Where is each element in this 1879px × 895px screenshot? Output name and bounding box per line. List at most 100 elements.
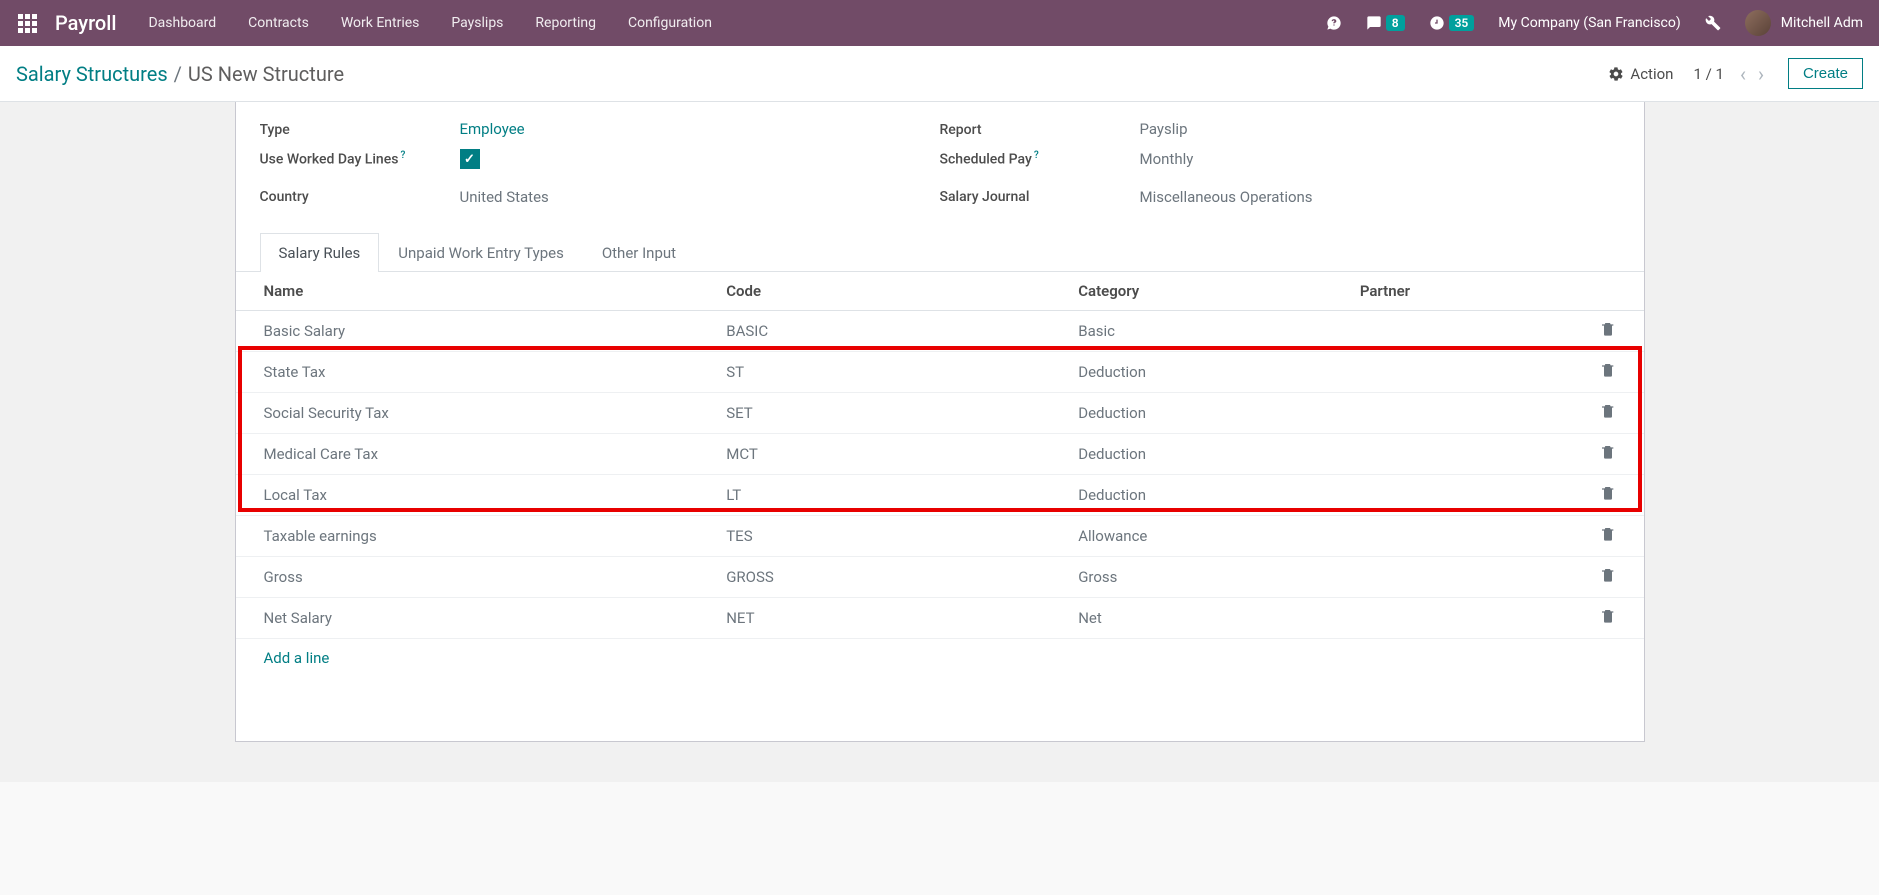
trash-icon[interactable]: [1600, 569, 1616, 587]
tab-unpaid-work[interactable]: Unpaid Work Entry Types: [379, 233, 583, 272]
cell-category[interactable]: Net: [1066, 598, 1348, 639]
pager-next-icon[interactable]: ›: [1754, 62, 1768, 86]
table-row[interactable]: Net SalaryNETNet: [236, 598, 1644, 639]
tab-other-input[interactable]: Other Input: [583, 233, 695, 272]
scheduled-value[interactable]: Monthly: [1140, 150, 1194, 168]
cell-partner[interactable]: [1348, 516, 1573, 557]
help-icon[interactable]: ?: [400, 150, 405, 161]
nav-dashboard[interactable]: Dashboard: [134, 0, 230, 46]
cell-name[interactable]: Net Salary: [236, 598, 715, 639]
table-row[interactable]: Basic SalaryBASICBasic: [236, 311, 1644, 352]
apps-icon[interactable]: [10, 14, 45, 33]
cell-partner[interactable]: [1348, 557, 1573, 598]
control-panel: Salary Structures / US New Structure Act…: [0, 46, 1879, 102]
company-switcher[interactable]: My Company (San Francisco): [1492, 15, 1686, 31]
cell-name[interactable]: Basic Salary: [236, 311, 715, 352]
trash-icon[interactable]: [1600, 610, 1616, 628]
cell-partner[interactable]: [1348, 352, 1573, 393]
add-line-link[interactable]: Add a line: [236, 639, 1644, 677]
cell-partner[interactable]: [1348, 311, 1573, 352]
cell-category[interactable]: Deduction: [1066, 434, 1348, 475]
app-brand[interactable]: Payroll: [55, 11, 116, 35]
table-row[interactable]: State TaxSTDeduction: [236, 352, 1644, 393]
help-icon[interactable]: ?: [1034, 150, 1039, 161]
trash-icon[interactable]: [1600, 323, 1616, 341]
col-partner[interactable]: Partner: [1348, 272, 1573, 311]
cell-name[interactable]: Local Tax: [236, 475, 715, 516]
cell-partner[interactable]: [1348, 598, 1573, 639]
cell-category[interactable]: Gross: [1066, 557, 1348, 598]
pager-prev-icon[interactable]: ‹: [1736, 62, 1750, 86]
cell-name[interactable]: Gross: [236, 557, 715, 598]
table-row[interactable]: GrossGROSSGross: [236, 557, 1644, 598]
pager-arrows: ‹ ›: [1736, 62, 1768, 86]
table-row[interactable]: Medical Care TaxMCTDeduction: [236, 434, 1644, 475]
journal-value[interactable]: Miscellaneous Operations: [1140, 188, 1313, 206]
nav-work-entries[interactable]: Work Entries: [327, 0, 434, 46]
cell-code[interactable]: ST: [714, 352, 1066, 393]
user-menu[interactable]: Mitchell Adm: [1739, 10, 1869, 36]
cell-code[interactable]: GROSS: [714, 557, 1066, 598]
worked-checkbox[interactable]: ✓: [460, 149, 480, 169]
cell-name[interactable]: State Tax: [236, 352, 715, 393]
type-label: Type: [260, 122, 460, 138]
action-button[interactable]: Action: [1608, 65, 1673, 83]
col-name[interactable]: Name: [236, 272, 715, 311]
cell-name[interactable]: Social Security Tax: [236, 393, 715, 434]
journal-row: Salary Journal Miscellaneous Operations: [940, 178, 1620, 216]
report-label: Report: [940, 122, 1140, 138]
cell-name[interactable]: Taxable earnings: [236, 516, 715, 557]
action-label: Action: [1630, 65, 1673, 83]
company-name: My Company (San Francisco): [1498, 15, 1680, 31]
cell-partner[interactable]: [1348, 393, 1573, 434]
cell-category[interactable]: Deduction: [1066, 475, 1348, 516]
cell-category[interactable]: Deduction: [1066, 352, 1348, 393]
table-row[interactable]: Taxable earningsTESAllowance: [236, 516, 1644, 557]
tab-salary-rules[interactable]: Salary Rules: [260, 233, 380, 272]
nav-contracts[interactable]: Contracts: [234, 0, 323, 46]
report-value[interactable]: Payslip: [1140, 120, 1188, 138]
trash-icon[interactable]: [1600, 487, 1616, 505]
cell-category[interactable]: Deduction: [1066, 393, 1348, 434]
form-col-right: Report Payslip Scheduled Pay? Monthly Sa…: [940, 102, 1620, 216]
form-col-left: Type Employee Use Worked Day Lines? ✓ Co…: [260, 102, 940, 216]
nav-configuration[interactable]: Configuration: [614, 0, 726, 46]
messages-icon[interactable]: 8: [1360, 15, 1411, 31]
scheduled-row: Scheduled Pay? Monthly: [940, 140, 1620, 178]
cell-code[interactable]: LT: [714, 475, 1066, 516]
navbar-left: Payroll Dashboard Contracts Work Entries…: [10, 0, 726, 46]
support-icon[interactable]: [1320, 15, 1348, 31]
cell-code[interactable]: TES: [714, 516, 1066, 557]
cell-partner[interactable]: [1348, 475, 1573, 516]
table-row[interactable]: Social Security TaxSETDeduction: [236, 393, 1644, 434]
cell-code[interactable]: SET: [714, 393, 1066, 434]
breadcrumb-parent[interactable]: Salary Structures: [16, 62, 168, 86]
cell-category[interactable]: Basic: [1066, 311, 1348, 352]
create-button[interactable]: Create: [1788, 58, 1863, 89]
breadcrumb-current: US New Structure: [188, 62, 344, 86]
cell-category[interactable]: Allowance: [1066, 516, 1348, 557]
table-row[interactable]: Local TaxLTDeduction: [236, 475, 1644, 516]
country-label: Country: [260, 189, 460, 205]
type-value[interactable]: Employee: [460, 120, 525, 138]
trash-icon[interactable]: [1600, 364, 1616, 382]
cell-code[interactable]: BASIC: [714, 311, 1066, 352]
cell-partner[interactable]: [1348, 434, 1573, 475]
col-code[interactable]: Code: [714, 272, 1066, 311]
debug-icon[interactable]: [1699, 15, 1727, 31]
country-value[interactable]: United States: [460, 188, 549, 206]
messages-badge: 8: [1386, 15, 1405, 31]
activities-icon[interactable]: 35: [1423, 15, 1481, 31]
col-category[interactable]: Category: [1066, 272, 1348, 311]
nav-payslips[interactable]: Payslips: [437, 0, 517, 46]
nav-reporting[interactable]: Reporting: [521, 0, 610, 46]
form-sheet-bg: Type Employee Use Worked Day Lines? ✓ Co…: [0, 102, 1879, 782]
trash-icon[interactable]: [1600, 405, 1616, 423]
avatar: [1745, 10, 1771, 36]
cell-name[interactable]: Medical Care Tax: [236, 434, 715, 475]
worked-label: Use Worked Day Lines?: [260, 150, 460, 168]
cell-code[interactable]: MCT: [714, 434, 1066, 475]
trash-icon[interactable]: [1600, 446, 1616, 464]
cell-code[interactable]: NET: [714, 598, 1066, 639]
trash-icon[interactable]: [1600, 528, 1616, 546]
